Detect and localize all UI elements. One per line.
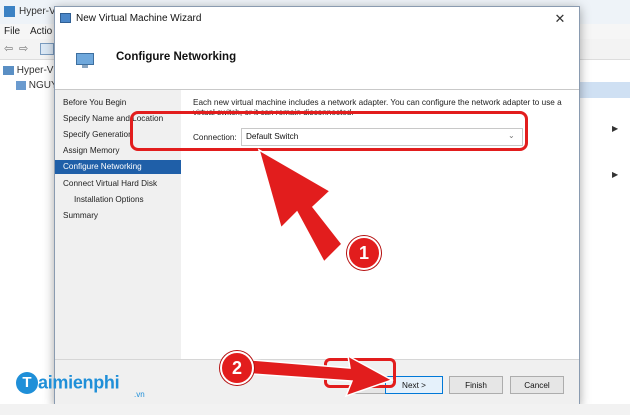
step-badge-1: 1 bbox=[347, 236, 381, 270]
arrow-1-icon bbox=[257, 148, 344, 264]
step-badge-2: 2 bbox=[220, 351, 254, 385]
logo-suffix: .vn bbox=[134, 390, 145, 399]
watermark-logo: Taimienphi .vn bbox=[16, 372, 145, 399]
background-statusbar bbox=[0, 404, 630, 415]
annotation-arrows bbox=[251, 148, 394, 398]
logo-brand: aimienphi bbox=[38, 372, 120, 393]
logo-letter: T bbox=[16, 372, 38, 394]
arrow-2-icon bbox=[251, 354, 394, 398]
